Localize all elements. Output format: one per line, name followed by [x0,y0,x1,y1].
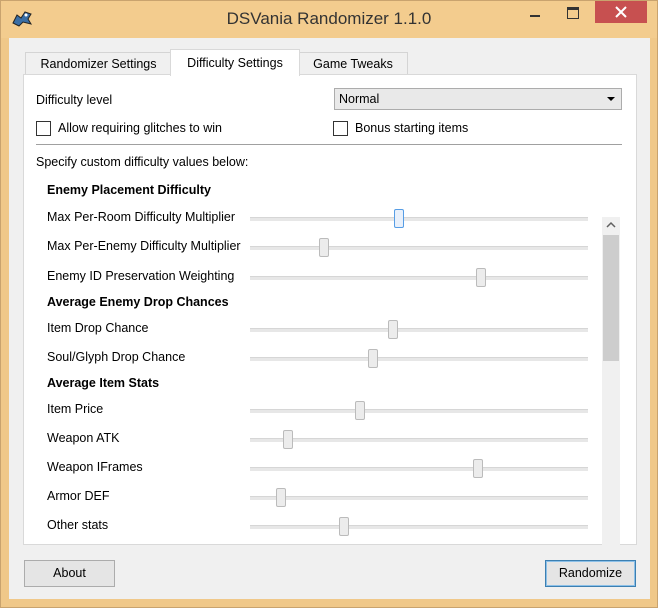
difficulty-panel: Difficulty level Normal Allow requiring … [23,74,637,575]
glitches-label: Allow requiring glitches to win [58,121,222,135]
tab-game-tweaks[interactable]: Game Tweaks [298,52,408,75]
main-window: DSVania Randomizer 1.1.0 Randomizer Sett… [0,0,658,608]
slider-thumb[interactable] [394,209,404,228]
slider-track[interactable] [250,525,588,530]
slider-track[interactable] [250,467,588,472]
slider-label: Weapon IFrames [47,460,143,474]
slider-thumb[interactable] [388,320,398,339]
slider-thumb[interactable] [339,517,349,536]
divider [36,144,622,145]
slider-track[interactable] [250,276,588,281]
bonus-items-label: Bonus starting items [355,121,469,135]
slider-thumb[interactable] [355,401,365,420]
title-bar[interactable]: DSVania Randomizer 1.1.0 [1,1,657,38]
section-heading: Average Enemy Drop Chances [47,295,229,309]
tab-randomizer-settings[interactable]: Randomizer Settings [25,52,172,75]
slider-thumb[interactable] [473,459,483,478]
difficulty-level-select[interactable]: Normal [334,88,622,110]
slider-track[interactable] [250,496,588,501]
slider-thumb[interactable] [368,349,378,368]
slider-track[interactable] [250,217,588,222]
slider-track[interactable] [250,357,588,362]
section-heading: Enemy Placement Difficulty [47,183,211,197]
client-area: Randomizer Settings Difficulty Settings … [9,38,650,599]
slider-track[interactable] [250,246,588,251]
minimize-icon[interactable] [518,1,551,23]
slider-label: Armor DEF [47,489,110,503]
slider-scroll-area[interactable]: Enemy Placement Difficulty Max Per-Room … [36,178,630,538]
slider-label: Item Price [47,402,104,416]
scrollbar-thumb[interactable] [603,235,619,361]
vertical-scrollbar[interactable] [602,217,620,575]
slider-label: Max Per-Enemy Difficulty Multiplier [47,239,241,253]
slider-thumb[interactable] [283,430,293,449]
slider-label: Max Per-Room Difficulty Multiplier [47,210,236,224]
slider-track[interactable] [250,409,588,414]
slider-label: Other stats [47,518,109,532]
slider-label: Weapon ATK [47,431,120,445]
difficulty-level-value: Normal [339,92,380,106]
close-icon[interactable] [595,1,647,23]
slider-thumb[interactable] [476,268,486,287]
bonus-items-checkbox[interactable] [333,121,348,136]
randomize-button[interactable]: Randomize [545,560,636,587]
slider-label: Soul/Glyph Drop Chance [47,350,186,364]
about-button[interactable]: About [24,560,115,587]
slider-track[interactable] [250,438,588,443]
slider-track[interactable] [250,328,588,333]
difficulty-level-label: Difficulty level [36,93,113,107]
slider-label: Enemy ID Preservation Weighting [47,269,235,283]
chevron-down-icon [607,97,615,101]
slider-thumb[interactable] [276,488,286,507]
tab-difficulty-settings[interactable]: Difficulty Settings [170,49,300,76]
scroll-up-icon[interactable] [602,217,620,233]
slider-label: Item Drop Chance [47,321,149,335]
slider-thumb[interactable] [319,238,329,257]
custom-values-label: Specify custom difficulty values below: [36,155,249,169]
section-heading: Average Item Stats [47,376,160,390]
glitches-checkbox[interactable] [36,121,51,136]
maximize-icon[interactable] [556,1,589,23]
